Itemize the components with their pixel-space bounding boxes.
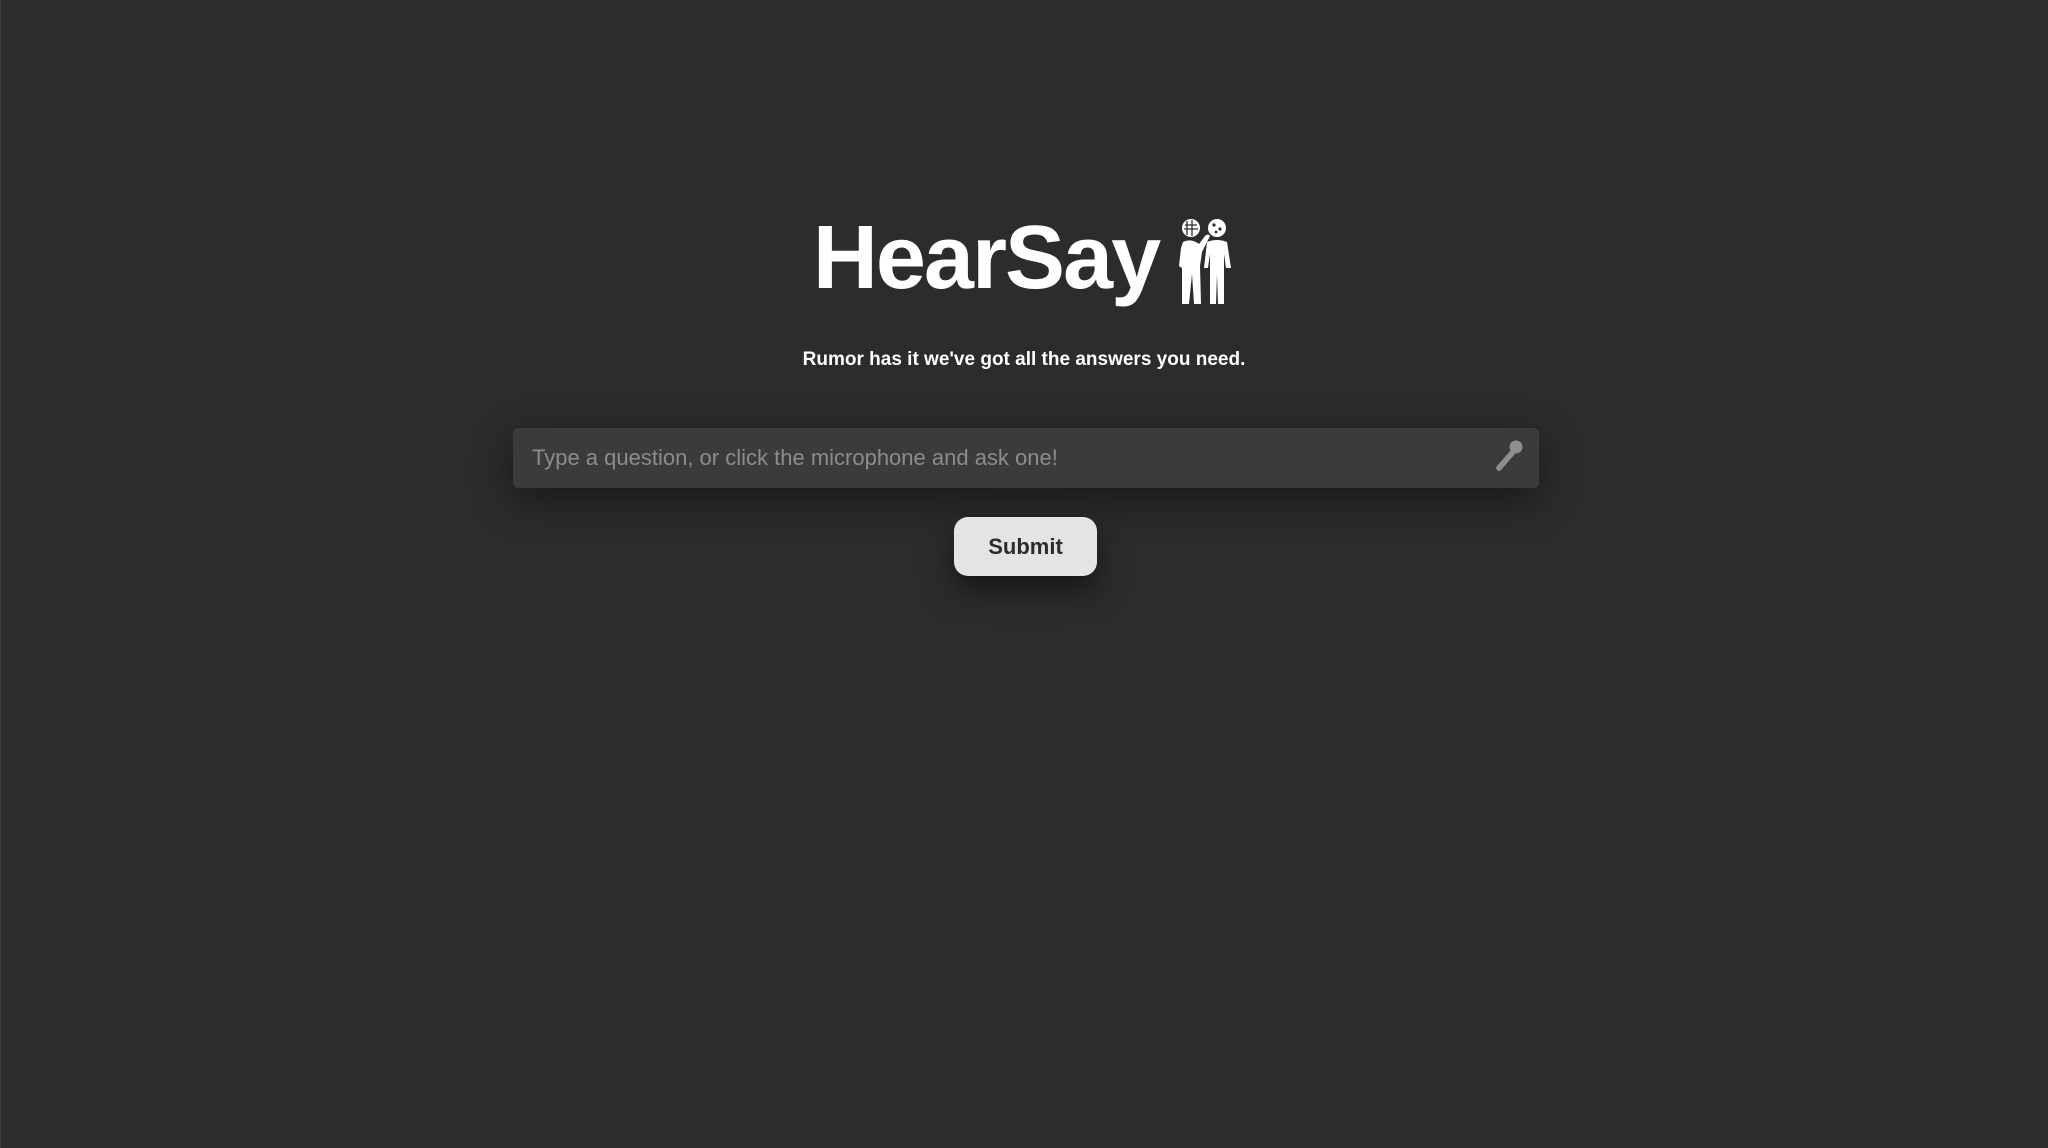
tagline: Rumor has it we've got all the answers y… — [802, 349, 1246, 370]
submit-button[interactable]: Submit — [954, 517, 1097, 576]
hero: HearSay Rumor has it we've got all the a… — [0, 208, 2048, 372]
two-people-whispering-icon — [1173, 216, 1235, 308]
window-edge — [0, 0, 1, 1148]
app-title: HearSay — [812, 208, 1161, 308]
title-row: HearSay — [813, 208, 1235, 308]
question-input[interactable] — [513, 428, 1485, 488]
search-bar — [513, 428, 1539, 488]
microphone-icon — [1494, 439, 1524, 478]
page: HearSay Rumor has it we've got all the a… — [0, 0, 2048, 1148]
microphone-button[interactable] — [1485, 428, 1533, 488]
